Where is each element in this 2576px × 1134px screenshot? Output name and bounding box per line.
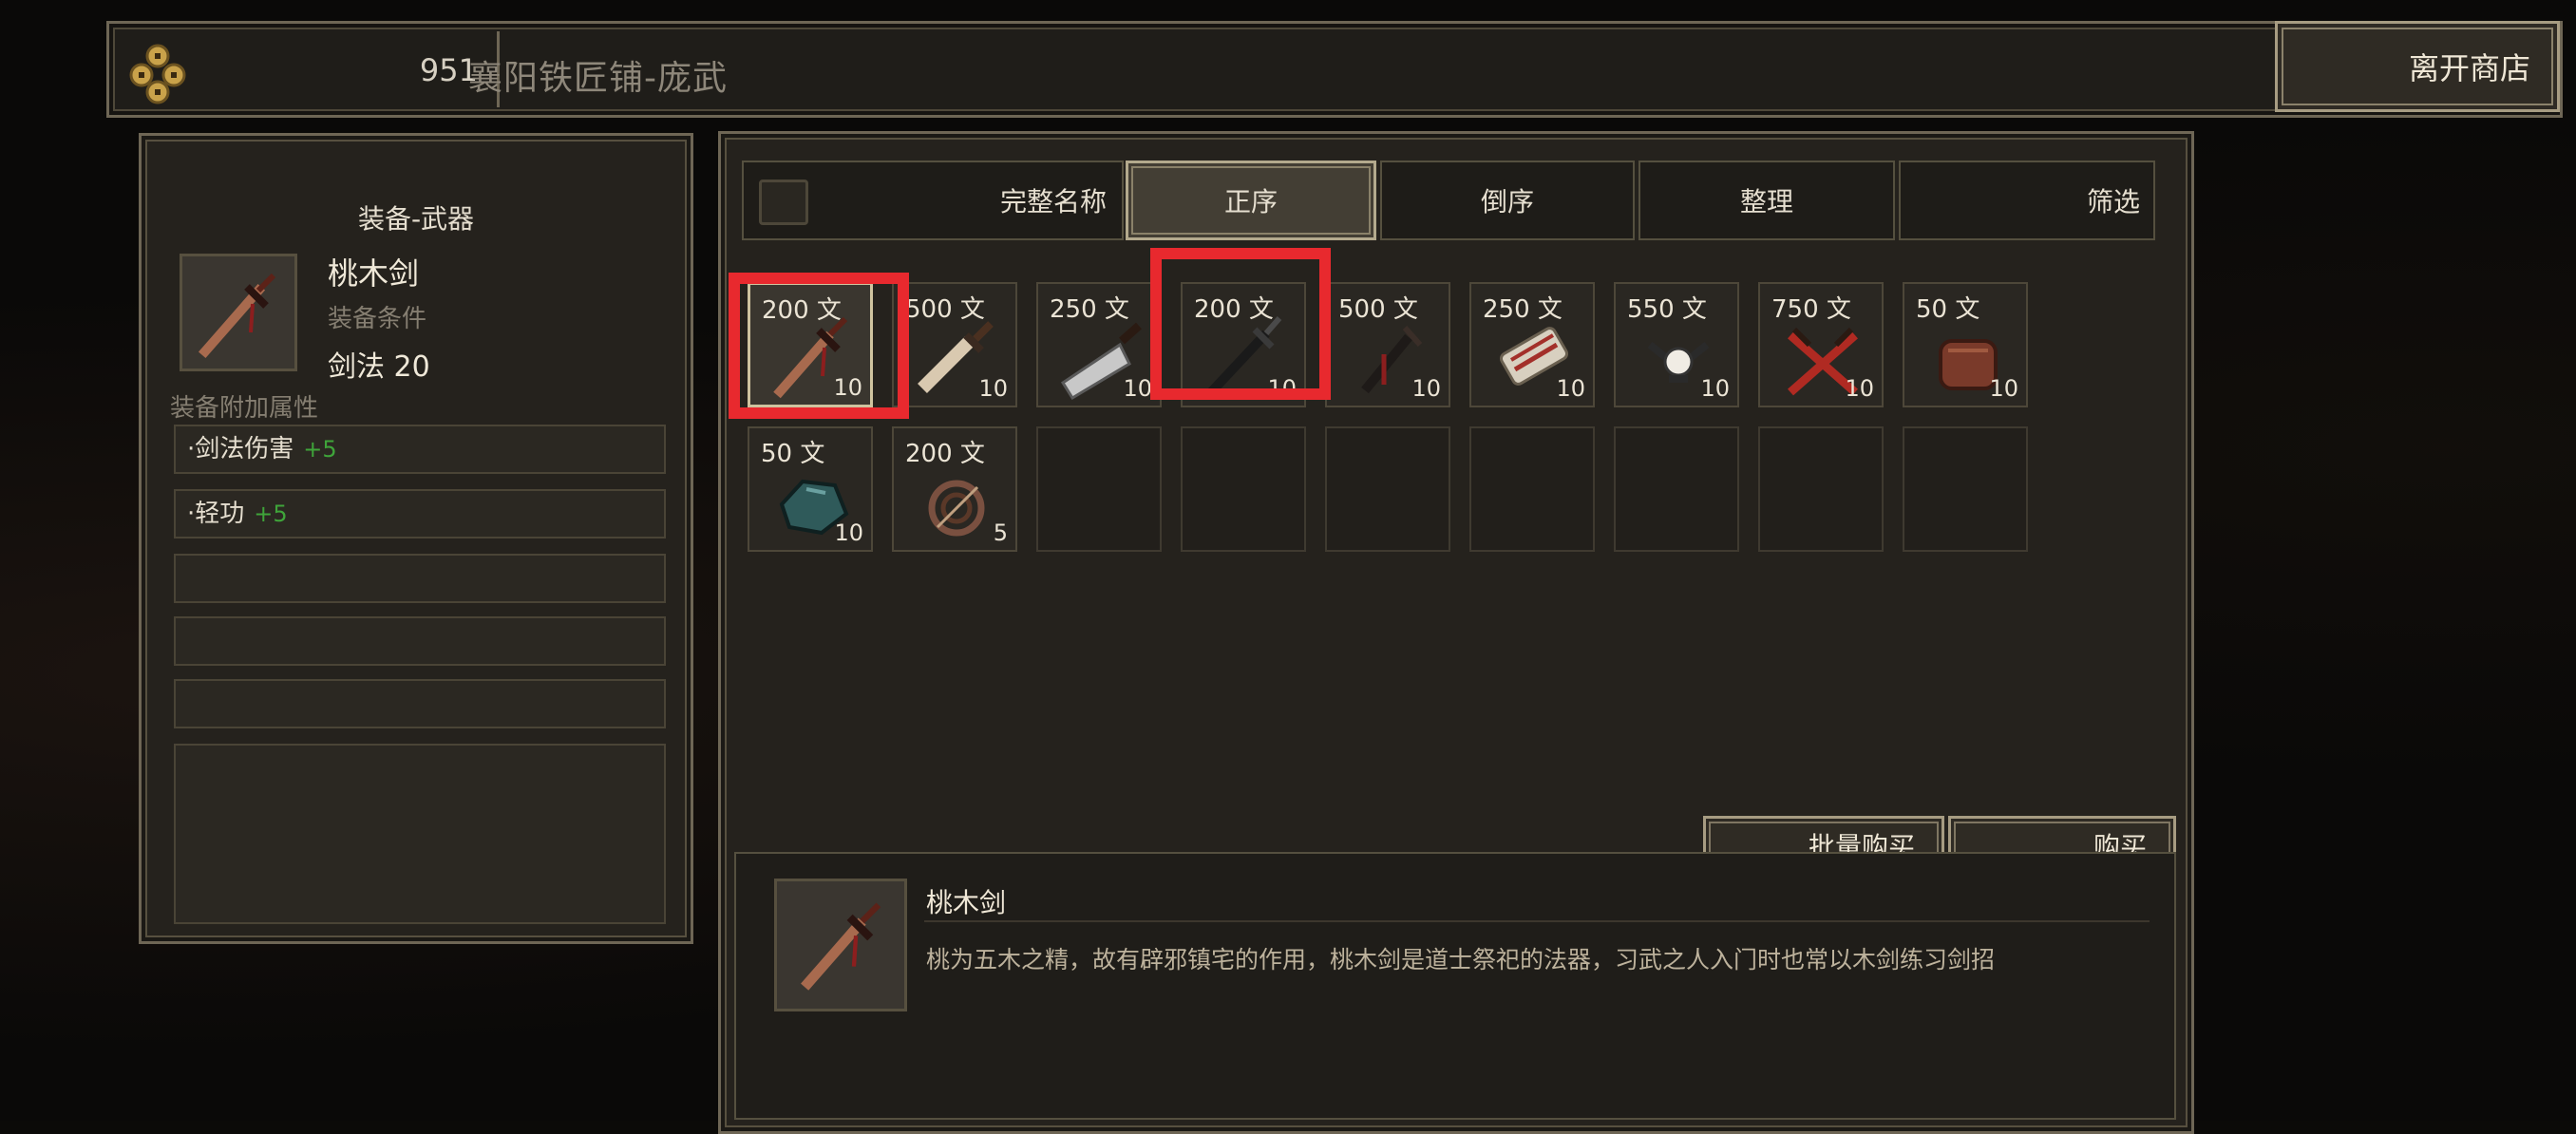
attribute-name: ·剑法伤害 [187, 435, 294, 463]
shop-inventory-panel: 完整名称 正序 倒序 整理 筛选 200 文 10 500 文 10 250 文 [718, 131, 2194, 1134]
highlight-box [729, 273, 909, 419]
item-quantity: 10 [1989, 375, 2018, 402]
shop-item-slot[interactable]: 50 文 10 [1903, 282, 2028, 407]
item-name: 桃木剑 [328, 255, 420, 292]
attribute-extra-area [174, 744, 666, 924]
empty-slot[interactable] [1469, 426, 1595, 552]
item-quantity: 10 [978, 375, 1008, 402]
selected-item-thumbnail [180, 254, 297, 371]
tab-organize[interactable]: 整理 [1638, 161, 1895, 240]
item-quantity: 10 [1700, 375, 1730, 402]
tab-full-name[interactable]: 完整名称 [742, 161, 1124, 240]
shop-item-slot[interactable]: 200 文 5 [892, 426, 1017, 552]
tab-descending[interactable]: 倒序 [1380, 161, 1635, 240]
attribute-value: +5 [303, 436, 337, 463]
tab-ascending[interactable]: 正序 [1126, 161, 1376, 240]
attribute-row-empty [174, 616, 666, 666]
attribute-row: ·剑法伤害 +5 [174, 425, 666, 474]
shop-item-slot[interactable]: 50 文 10 [748, 426, 873, 552]
shop-item-slot[interactable]: 750 文 10 [1758, 282, 1884, 407]
shop-header: 951 襄阳铁匠铺-庞武 离开商店 [106, 21, 2563, 118]
money-display: 951 [117, 31, 500, 107]
peach-wood-sword-icon [198, 273, 276, 359]
item-quantity: 10 [1411, 375, 1441, 402]
empty-slot[interactable] [1325, 426, 1450, 552]
shop-item-slot[interactable]: 550 文 10 [1614, 282, 1739, 407]
description-text: 桃为五木之精，故有辟邪镇宅的作用，桃木剑是道士祭祀的法器，习武之人入门时也常以木… [926, 946, 1996, 973]
equipment-type-heading: 装备-武器 [357, 203, 475, 235]
empty-slot[interactable] [1181, 426, 1306, 552]
item-quantity: 10 [1845, 375, 1874, 402]
item-quantity: 10 [834, 520, 863, 546]
coins-icon [129, 44, 186, 104]
equip-requirement: 剑法 20 [328, 350, 430, 384]
item-quantity: 5 [993, 520, 1008, 546]
highlight-box [1150, 248, 1331, 400]
full-name-checkbox[interactable] [759, 180, 808, 225]
tab-filter[interactable]: 筛选 [1899, 161, 2155, 240]
equip-condition-label: 装备条件 [328, 305, 427, 333]
attribute-row-empty [174, 554, 666, 603]
shop-item-slot[interactable]: 500 文 10 [1325, 282, 1450, 407]
tab-full-name-label: 完整名称 [999, 186, 1107, 217]
attribute-row-empty [174, 679, 666, 728]
empty-slot[interactable] [1903, 426, 2028, 552]
rope-coil-icon [928, 480, 985, 537]
description-thumbnail [774, 879, 907, 1011]
shop-item-slot[interactable]: 250 文 10 [1036, 282, 1162, 407]
item-detail-panel: 装备-武器 桃木剑 装备条件 剑法 20 装备附加属性 ·剑法伤害 +5 ·轻功 +… [139, 133, 693, 944]
item-description-box: 桃木剑 桃为五木之精，故有辟邪镇宅的作用，桃木剑是道士祭祀的法器，习武之人入门时… [734, 852, 2176, 1120]
description-divider [924, 920, 2150, 922]
empty-slot[interactable] [1614, 426, 1739, 552]
description-item-name: 桃木剑 [926, 887, 1007, 918]
shop-title: 襄阳铁匠铺-庞武 [468, 59, 728, 98]
leave-shop-button[interactable]: 离开商店 [2275, 21, 2560, 112]
bonus-attributes-label: 装备附加属性 [170, 394, 319, 423]
empty-slot[interactable] [1758, 426, 1884, 552]
shop-item-slot[interactable]: 500 文 10 [892, 282, 1017, 407]
peach-wood-sword-icon [801, 902, 881, 991]
attribute-value: +5 [254, 501, 288, 527]
attribute-row: ·轻功 +5 [174, 489, 666, 539]
shop-item-slot[interactable]: 250 文 10 [1469, 282, 1595, 407]
empty-slot[interactable] [1036, 426, 1162, 552]
attribute-name: ·轻功 [187, 500, 245, 528]
item-quantity: 10 [1556, 375, 1585, 402]
item-quantity: 10 [1123, 375, 1152, 402]
